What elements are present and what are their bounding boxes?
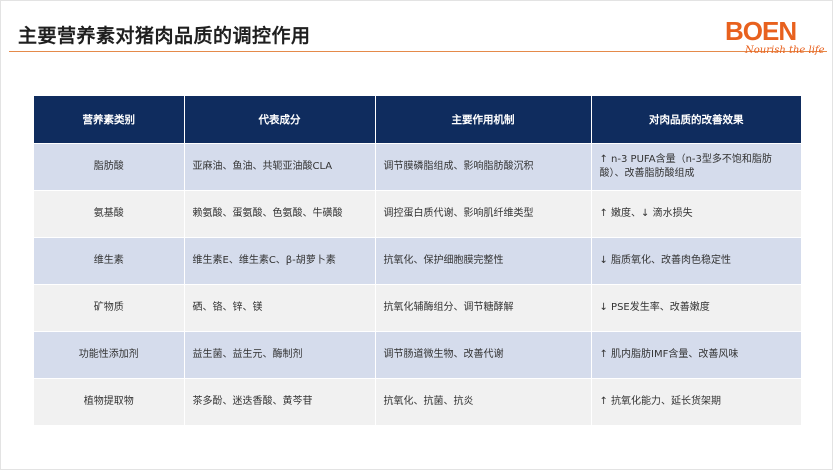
cell-ingredients: 茶多酚、迷迭香酸、黄芩苷	[184, 377, 376, 425]
cell-effect: ↑ 抗氧化能力、延长货架期	[591, 377, 801, 425]
cell-mechanism: 抗氧化辅酶组分、调节糖酵解	[375, 283, 592, 331]
table-row: 矿物质 硒、铬、锌、镁 抗氧化辅酶组分、调节糖酵解 ↓ PSE发生率、改善嫩度	[34, 283, 801, 331]
header-improvement-effect: 对肉品质的改善效果	[591, 96, 801, 143]
header-nutrient-category: 营养素类别	[34, 96, 185, 143]
cell-effect: ↓ 脂质氧化、改善肉色稳定性	[591, 236, 801, 284]
brand-logo: BOEN Nourish the life	[713, 15, 829, 63]
cell-ingredients: 亚麻油、鱼油、共轭亚油酸CLA	[184, 142, 376, 190]
nutrient-table: 营养素类别 代表成分 主要作用机制 对肉品质的改善效果 脂肪酸 亚麻油、鱼油、共…	[34, 96, 801, 425]
cell-ingredients: 益生菌、益生元、酶制剂	[184, 330, 376, 378]
cell-mechanism: 抗氧化、保护细胞膜完整性	[375, 236, 592, 284]
cell-ingredients: 维生素E、维生素C、β-胡萝卜素	[184, 236, 376, 284]
logo-tagline: Nourish the life	[745, 45, 825, 56]
cell-effect: ↑ 嫩度、↓ 滴水损失	[591, 189, 801, 237]
table-header-row: 营养素类别 代表成分 主要作用机制 对肉品质的改善效果	[34, 96, 801, 143]
cell-ingredients: 硒、铬、锌、镁	[184, 283, 376, 331]
slide: 主要营养素对猪肉品质的调控作用 BOEN Nourish the life 营养…	[0, 0, 833, 470]
cell-category: 功能性添加剂	[34, 330, 185, 378]
cell-effect: ↓ PSE发生率、改善嫩度	[591, 283, 801, 331]
table-row: 功能性添加剂 益生菌、益生元、酶制剂 调节肠道微生物、改善代谢 ↑ 肌内脂肪IM…	[34, 330, 801, 378]
table-row: 植物提取物 茶多酚、迷迭香酸、黄芩苷 抗氧化、抗菌、抗炎 ↑ 抗氧化能力、延长货…	[34, 377, 801, 425]
cell-mechanism: 调节肠道微生物、改善代谢	[375, 330, 592, 378]
header-mechanism: 主要作用机制	[375, 96, 592, 143]
logo-wordmark: BOEN	[725, 16, 797, 46]
table-row: 脂肪酸 亚麻油、鱼油、共轭亚油酸CLA 调节膜磷脂组成、影响脂肪酸沉积 ↑ n-…	[34, 142, 801, 190]
table-row: 维生素 维生素E、维生素C、β-胡萝卜素 抗氧化、保护细胞膜完整性 ↓ 脂质氧化…	[34, 236, 801, 284]
cell-ingredients: 赖氨酸、蛋氨酸、色氨酸、牛磺酸	[184, 189, 376, 237]
cell-mechanism: 调控蛋白质代谢、影响肌纤维类型	[375, 189, 592, 237]
title-divider	[9, 51, 827, 52]
cell-category: 维生素	[34, 236, 185, 284]
cell-category: 脂肪酸	[34, 142, 185, 190]
table-row: 氨基酸 赖氨酸、蛋氨酸、色氨酸、牛磺酸 调控蛋白质代谢、影响肌纤维类型 ↑ 嫩度…	[34, 189, 801, 237]
cell-category: 植物提取物	[34, 377, 185, 425]
cell-effect: ↑ n-3 PUFA含量（n-3型多不饱和脂肪酸）、改善脂肪酸组成	[591, 142, 801, 190]
cell-mechanism: 抗氧化、抗菌、抗炎	[375, 377, 592, 425]
header-representative-ingredients: 代表成分	[184, 96, 376, 143]
cell-effect: ↑ 肌内脂肪IMF含量、改善风味	[591, 330, 801, 378]
page-title: 主要营养素对猪肉品质的调控作用	[18, 25, 311, 47]
cell-category: 矿物质	[34, 283, 185, 331]
cell-mechanism: 调节膜磷脂组成、影响脂肪酸沉积	[375, 142, 592, 190]
cell-category: 氨基酸	[34, 189, 185, 237]
